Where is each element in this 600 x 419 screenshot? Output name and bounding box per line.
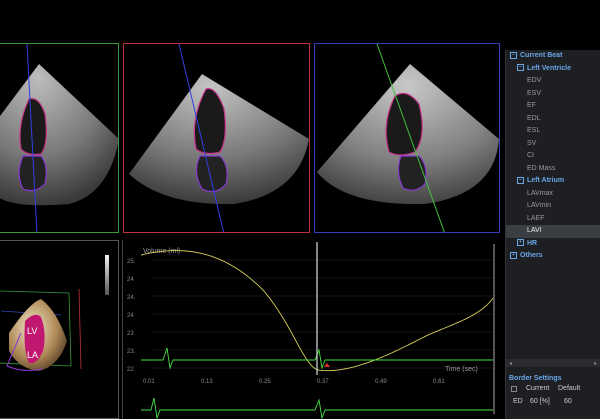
x-tick-label: 0.25 — [259, 379, 271, 385]
border-settings-icon[interactable] — [511, 386, 517, 392]
tree-current-beat[interactable]: – Current Beat — [506, 50, 600, 63]
la-contour — [195, 155, 228, 193]
tree-others[interactable]: + Others — [506, 250, 600, 263]
y-tick-label: 24. — [127, 295, 136, 301]
collapse-icon[interactable]: – — [517, 176, 524, 184]
tree-hr[interactable]: + HR — [506, 238, 600, 251]
x-tick-label: 0.61 — [433, 379, 445, 385]
sidebar-scrollbar[interactable]: ◂ ▸ — [506, 359, 600, 367]
tree-item-edl[interactable]: EDL — [506, 113, 600, 126]
tree-item-edv[interactable]: EDV — [506, 75, 600, 88]
expand-icon[interactable]: + — [510, 251, 517, 259]
current-value[interactable]: 60 [%] — [530, 398, 550, 405]
min-volume-marker — [324, 363, 330, 367]
tree-left-ventricle[interactable]: – Left Ventricle — [506, 63, 600, 76]
tree-item-esv[interactable]: ESV — [506, 88, 600, 101]
lv-contour — [385, 92, 423, 156]
ultrasound-sector — [0, 64, 118, 206]
two-chamber-view[interactable] — [123, 43, 310, 233]
y-tick-label: 25. — [127, 259, 136, 265]
y-tick-label: 24 — [127, 313, 134, 319]
tree-item-ci[interactable]: CI — [506, 150, 600, 163]
volume-curve-panel[interactable]: 25. 24 24. 24 23 23. 22 0.01 0.13 0.25 0.37 0.49 0.… — [122, 240, 500, 419]
border-settings: Border Settings Current Default ED 60 [%… — [506, 373, 600, 419]
y-tick-label: 24 — [127, 277, 134, 283]
tree-item-lavmin[interactable]: LAVmin — [506, 200, 600, 213]
curve-scrollbar — [493, 244, 495, 414]
x-tick-label: 0.13 — [201, 379, 213, 385]
collapse-icon[interactable]: – — [517, 64, 524, 72]
default-value: 60 — [564, 398, 572, 405]
la-contour — [397, 155, 427, 191]
tree-item-lavmax[interactable]: LAVmax — [506, 188, 600, 201]
grayscale-bar — [105, 255, 109, 295]
la-contour — [18, 155, 47, 192]
four-chamber-view[interactable] — [0, 43, 119, 233]
y-tick-label: 22 — [127, 367, 134, 373]
collapse-icon[interactable]: – — [510, 51, 517, 59]
ecg-trace-lower — [141, 397, 495, 419]
lv-label: LV — [27, 326, 37, 336]
ecg-trace — [141, 347, 495, 370]
expand-icon[interactable]: + — [517, 239, 524, 247]
col-current: Current — [526, 385, 550, 392]
curve-grid — [151, 259, 493, 369]
tree-item-lavi[interactable]: LAVI — [506, 225, 600, 238]
tree-item-ef[interactable]: EF — [506, 100, 600, 113]
tree-item-sv[interactable]: SV — [506, 138, 600, 151]
tree-item-laef[interactable]: LAEF — [506, 213, 600, 226]
measurement-sidebar: – Current Beat – Left Ventricle EDV ESV EF ED… — [505, 50, 600, 419]
scroll-right-icon[interactable]: ▸ — [594, 360, 597, 367]
tree-item-esl[interactable]: ESL — [506, 125, 600, 138]
y-tick-label: 23 — [127, 331, 134, 337]
x-tick-label: 0.49 — [375, 379, 387, 385]
tree-item-ed-mass[interactable]: ED Mass — [506, 163, 600, 176]
la-label: LA — [27, 350, 38, 360]
x-tick-label: 0.37 — [317, 379, 329, 385]
col-default: Default — [558, 385, 581, 392]
border-settings-title: Border Settings — [509, 375, 562, 382]
scroll-left-icon[interactable]: ◂ — [509, 360, 512, 367]
x-tick-label: 0.01 — [143, 379, 155, 385]
3d-render-panel[interactable]: LV LA — [0, 240, 119, 419]
row-ed-label: ED — [513, 398, 523, 405]
three-chamber-view[interactable] — [314, 43, 500, 233]
tree-left-atrium[interactable]: – Left Atrium — [506, 175, 600, 188]
x-axis-label: Time (sec) — [445, 366, 478, 373]
y-tick-label: 23. — [127, 349, 136, 355]
